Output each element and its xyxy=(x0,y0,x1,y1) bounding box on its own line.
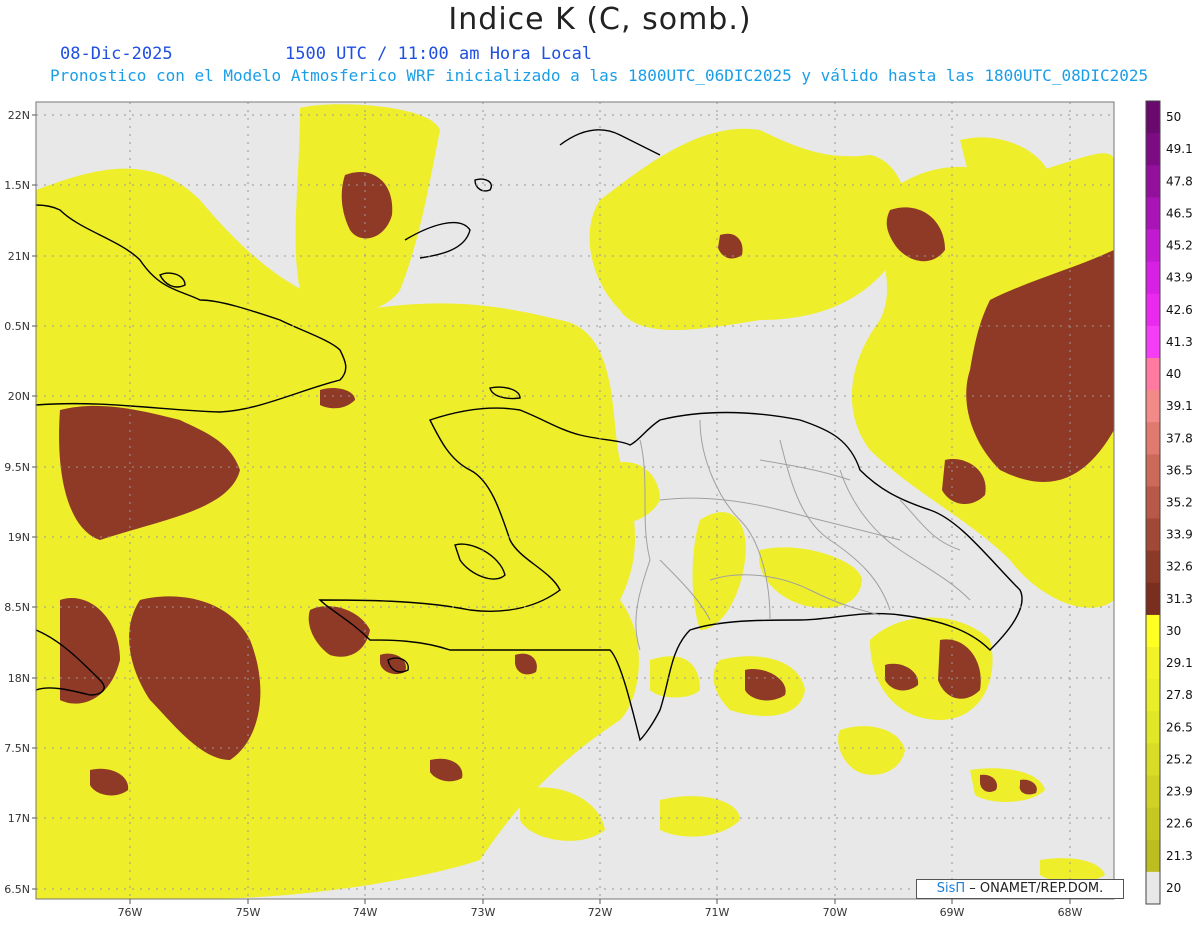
colorbar-swatch xyxy=(1146,133,1160,166)
lat-label: 22N xyxy=(8,109,30,122)
lon-label: 73W xyxy=(471,906,496,919)
lon-label: 72W xyxy=(588,906,613,919)
lat-label: 8.5N xyxy=(4,601,30,614)
colorbar-label: 42.6 xyxy=(1166,303,1193,317)
lon-label: 71W xyxy=(705,906,730,919)
credit-brand: SisΠ xyxy=(936,881,966,896)
colorbar-label: 50 xyxy=(1166,110,1181,124)
colorbar-label: 41.3 xyxy=(1166,335,1193,349)
colorbar-swatch xyxy=(1146,711,1160,744)
colorbar-swatch xyxy=(1146,647,1160,680)
lat-label: 17N xyxy=(8,812,30,825)
colorbar-swatch xyxy=(1146,357,1160,391)
colorbar-label: 36.5 xyxy=(1166,463,1193,477)
colorbar-swatch xyxy=(1146,743,1160,777)
colorbar-swatch xyxy=(1146,390,1160,423)
colorbar-swatch xyxy=(1146,422,1160,455)
lon-label: 68W xyxy=(1058,906,1083,919)
lon-label: 76W xyxy=(118,906,143,919)
colorbar-swatch xyxy=(1146,518,1160,552)
colorbar-swatch xyxy=(1146,871,1160,905)
colorbar-label: 29.1 xyxy=(1166,656,1193,670)
colorbar-label: 35.2 xyxy=(1166,496,1193,510)
lon-label: 69W xyxy=(940,906,965,919)
colorbar-label: 39.1 xyxy=(1166,399,1193,413)
latitude-labels: 22N 1.5N 21N 0.5N 20N 9.5N 19N 8.5N 18N 7.5N 17N 6.… xyxy=(4,109,36,896)
colorbar-swatch xyxy=(1146,775,1160,809)
colorbar-label: 31.3 xyxy=(1166,592,1193,606)
colorbar-swatch xyxy=(1146,293,1160,327)
colorbar-swatch xyxy=(1146,197,1160,230)
colorbar-swatch xyxy=(1146,839,1160,873)
colorbar-swatch xyxy=(1146,550,1160,584)
colorbar-label: 25.2 xyxy=(1166,752,1193,766)
colorbar-swatch xyxy=(1146,582,1160,616)
lat-label: 19N xyxy=(8,531,30,544)
colorbar-swatch xyxy=(1146,229,1160,263)
colorbar-label: 20 xyxy=(1166,881,1181,895)
colorbar: 50 49.1 47.8 46.5 45.2 43.9 42.6 41.3 40 39.1 37.8… xyxy=(1145,100,1193,905)
lat-label: 21N xyxy=(8,250,30,263)
lat-label: 0.5N xyxy=(4,320,30,333)
colorbar-swatch xyxy=(1146,614,1160,648)
longitude-labels: 76W 75W 74W 73W 72W 71W 70W 69W 68W xyxy=(118,899,1083,919)
colorbar-label: 21.3 xyxy=(1166,849,1193,863)
colorbar-swatch xyxy=(1146,486,1160,520)
colorbar-swatch xyxy=(1146,261,1160,295)
lon-label: 75W xyxy=(236,906,261,919)
colorbar-label: 23.9 xyxy=(1166,785,1193,799)
colorbar-label: 45.2 xyxy=(1166,239,1193,253)
map-figure: 22N 1.5N 21N 0.5N 20N 9.5N 19N 8.5N 18N 7.5N 17N 6.… xyxy=(4,100,1193,919)
colorbar-label: 46.5 xyxy=(1166,206,1193,220)
colorbar-swatch xyxy=(1146,101,1160,134)
colorbar-label: 27.8 xyxy=(1166,688,1193,702)
colorbar-label: 30 xyxy=(1166,624,1181,638)
lon-label: 74W xyxy=(353,906,378,919)
credit-box: SisΠ – ONAMET/REP.DOM. xyxy=(916,879,1124,899)
lat-label: 1.5N xyxy=(4,179,30,192)
colorbar-swatch xyxy=(1146,807,1160,841)
colorbar-label: 47.8 xyxy=(1166,174,1193,188)
lat-label: 6.5N xyxy=(4,883,30,896)
credit-org: – ONAMET/REP.DOM. xyxy=(969,881,1104,896)
lat-label: 7.5N xyxy=(4,742,30,755)
colorbar-label: 37.8 xyxy=(1166,431,1193,445)
lat-label: 18N xyxy=(8,672,30,685)
colorbar-swatch xyxy=(1146,325,1160,359)
colorbar-label: 33.9 xyxy=(1166,528,1193,542)
colorbar-label: 32.6 xyxy=(1166,560,1193,574)
colorbar-label: 49.1 xyxy=(1166,142,1193,156)
colorbar-label: 26.5 xyxy=(1166,720,1193,734)
lat-label: 20N xyxy=(8,390,30,403)
lat-label: 9.5N xyxy=(4,461,30,474)
colorbar-swatch xyxy=(1146,679,1160,712)
lon-label: 70W xyxy=(823,906,848,919)
colorbar-swatch xyxy=(1146,454,1160,487)
colorbar-label: 22.6 xyxy=(1166,817,1193,831)
colorbar-label: 43.9 xyxy=(1166,271,1193,285)
colorbar-label: 40 xyxy=(1166,367,1181,381)
colorbar-swatch xyxy=(1146,165,1160,198)
